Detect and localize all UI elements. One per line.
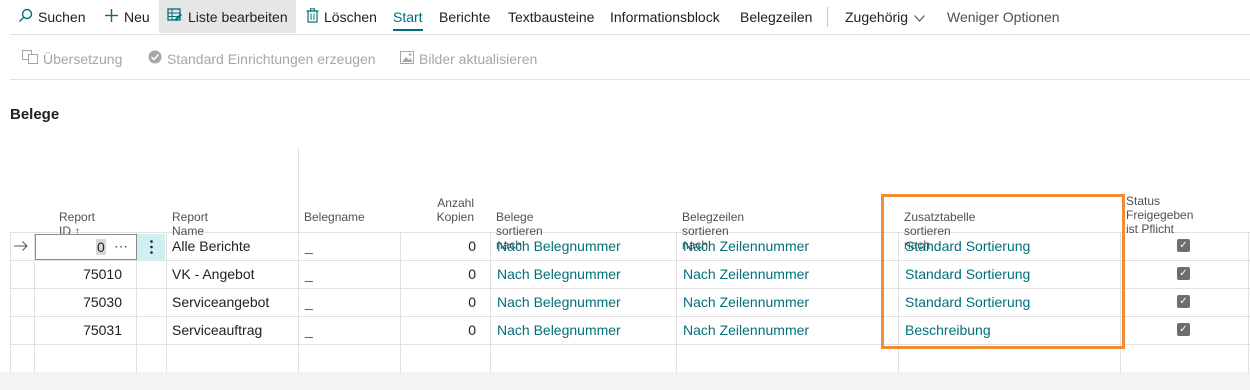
image-icon — [400, 50, 414, 67]
copies-value: 0 — [468, 238, 476, 254]
sort-docs-link[interactable]: Nach Belegnummer — [497, 260, 621, 288]
lookup-ellipsis-icon[interactable]: ⋯ — [114, 232, 128, 260]
action-bar: Suchen Neu Liste bearbeiten Löschen Star… — [0, 0, 1250, 34]
sort-extra-link[interactable]: Standard Sortierung — [905, 288, 1030, 316]
sort-extra-link[interactable]: Beschreibung — [905, 316, 991, 344]
page-title: Belege — [10, 106, 60, 123]
doc-name-link[interactable]: _ — [305, 288, 313, 316]
search-label: Suchen — [38, 8, 86, 25]
header-doc-name[interactable]: Belegname — [304, 210, 365, 224]
report-name: Serviceangebot — [172, 294, 270, 310]
update-images-button[interactable]: Bilder aktualisieren — [400, 42, 537, 75]
footer-bar — [0, 372, 1250, 390]
sort-docs-link[interactable]: Nach Belegnummer — [497, 232, 621, 260]
report-name: VK - Angebot — [172, 266, 255, 282]
header-status[interactable]: Status Freigegeben ist Pflicht — [1126, 194, 1193, 236]
translation-icon — [22, 50, 38, 67]
toolbar-divider — [827, 7, 828, 27]
report-id-value: 75031 — [83, 322, 122, 338]
sort-extra-link[interactable]: Standard Sortierung — [905, 232, 1030, 260]
tab-reports[interactable]: Berichte — [439, 0, 490, 33]
row-actions-button[interactable] — [137, 234, 165, 260]
check-circle-icon — [148, 50, 162, 67]
edit-list-label: Liste bearbeiten — [188, 8, 288, 25]
new-button[interactable]: Neu — [104, 0, 150, 33]
update-images-label: Bilder aktualisieren — [419, 50, 538, 67]
more-vertical-icon — [150, 240, 153, 259]
fewer-options-button[interactable]: Weniger Optionen — [947, 0, 1060, 33]
delete-button[interactable]: Löschen — [306, 0, 377, 33]
search-icon — [18, 8, 33, 26]
related-label: Zugehörig — [845, 8, 909, 25]
related-menu[interactable]: Zugehörig — [845, 0, 925, 33]
report-name: Alle Berichte — [172, 238, 251, 254]
trash-icon — [306, 7, 319, 26]
doc-name-link[interactable]: _ — [305, 232, 313, 260]
sort-extra-link[interactable]: Standard Sortierung — [905, 260, 1030, 288]
toolbar2-divider-line — [10, 79, 1250, 80]
header-status-line1: Status Freigegeben — [1126, 194, 1194, 222]
copies-value: 0 — [468, 322, 476, 338]
header-copies[interactable]: Anzahl Kopien — [430, 196, 474, 224]
toolbar-divider-line — [10, 34, 1250, 35]
translation-label: Übersetzung — [43, 50, 123, 67]
status-checkbox[interactable]: ✓ — [1177, 323, 1190, 336]
sort-lines-link[interactable]: Nach Zeilennummer — [683, 232, 809, 260]
create-defaults-button[interactable]: Standard Einrichtungen erzeugen — [148, 42, 376, 75]
row-arrow-icon — [14, 232, 28, 260]
status-checkbox[interactable]: ✓ — [1177, 295, 1190, 308]
header-status-line2: ist Pflicht — [1126, 222, 1175, 236]
sort-lines-link[interactable]: Nach Zeilennummer — [683, 260, 809, 288]
header-copies-line2: Kopien — [436, 210, 474, 224]
translation-button[interactable]: Übersetzung — [22, 42, 122, 75]
report-id-value[interactable]: 0 — [96, 239, 106, 255]
plus-icon — [104, 8, 119, 26]
delete-label: Löschen — [324, 8, 377, 25]
tab-textblocks[interactable]: Textbausteine — [508, 0, 594, 33]
chevron-down-icon — [914, 9, 925, 25]
edit-list-button[interactable]: Liste bearbeiten — [159, 0, 296, 33]
new-label: Neu — [124, 8, 150, 25]
sort-lines-link[interactable]: Nach Zeilennummer — [683, 316, 809, 344]
status-checkbox[interactable]: ✓ — [1177, 239, 1190, 252]
create-defaults-label: Standard Einrichtungen erzeugen — [167, 50, 376, 67]
status-checkbox[interactable]: ✓ — [1177, 267, 1190, 280]
header-copies-line1: Anzahl — [437, 196, 474, 210]
tab-start[interactable]: Start — [393, 4, 423, 31]
sort-docs-link[interactable]: Nach Belegnummer — [497, 316, 621, 344]
doc-name-link[interactable]: _ — [305, 260, 313, 288]
edit-list-icon — [167, 8, 183, 25]
tab-infoblock[interactable]: Informationsblock — [610, 0, 720, 33]
copies-value: 0 — [468, 266, 476, 282]
report-name: Serviceauftrag — [172, 322, 263, 338]
report-id-value: 75010 — [83, 266, 122, 282]
tab-doclines[interactable]: Belegzeilen — [740, 0, 812, 33]
copies-value: 0 — [468, 294, 476, 310]
report-id-value: 75030 — [83, 294, 122, 310]
doc-name-link[interactable]: _ — [305, 316, 313, 344]
search-button[interactable]: Suchen — [18, 0, 85, 33]
sort-docs-link[interactable]: Nach Belegnummer — [497, 288, 621, 316]
sort-lines-link[interactable]: Nach Zeilennummer — [683, 288, 809, 316]
